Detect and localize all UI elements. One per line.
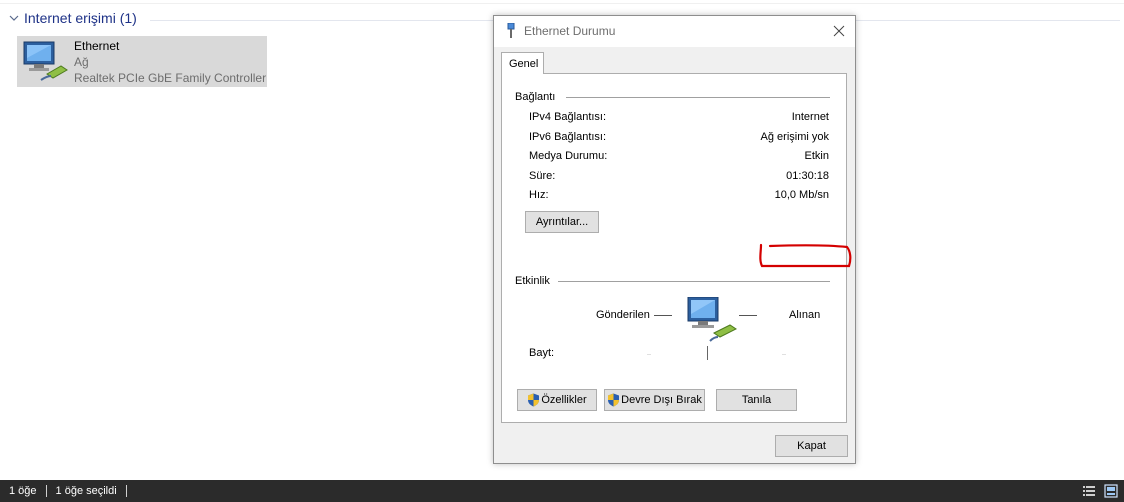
status-selected-count: 1 öğe seçildi (55, 485, 117, 497)
sent-label: Gönderilen (596, 309, 650, 321)
group-header[interactable]: Internet erişimi (1) (8, 10, 137, 26)
general-panel: Bağlantı IPv4 Bağlantısı: Internet IPv6 … (501, 73, 852, 423)
toolbar-edge (0, 0, 1124, 4)
status-bar: 1 öğe 1 öğe seçildi (0, 480, 1124, 502)
duration-value: 01:30:18 (786, 170, 829, 182)
details-button[interactable]: Ayrıntılar... (525, 211, 599, 233)
adapter-item-ethernet[interactable]: Ethernet Ağ Realtek PCIe GbE Family Cont… (17, 36, 267, 87)
tiles-view-icon[interactable] (1104, 484, 1118, 498)
row-ipv4: IPv4 Bağlantısı: Internet (529, 111, 829, 125)
details-button-label: Ayrıntılar... (535, 216, 589, 228)
network-activity-icon (687, 297, 737, 342)
ipv6-value: Ağ erişimi yok (760, 131, 829, 143)
adapter-name: Ethernet (74, 39, 120, 53)
disable-button-label: Devre Dışı Bırak (621, 394, 702, 406)
ipv6-label: IPv6 Bağlantısı: (529, 131, 607, 143)
media-status-label: Medya Durumu: (529, 150, 608, 162)
properties-button-label: Özellikler (541, 394, 587, 406)
diagnose-button[interactable]: Tanıla (716, 389, 797, 411)
speed-value: 10,0 Mb/sn (774, 189, 829, 201)
ipv4-label: IPv4 Bağlantısı: (529, 111, 607, 123)
bytes-divider (707, 346, 708, 360)
close-icon[interactable] (829, 22, 849, 40)
connection-section-title: Bağlantı (515, 91, 556, 103)
connection-divider (566, 97, 830, 98)
chevron-down-icon[interactable] (8, 12, 20, 24)
network-adapter-icon (23, 41, 68, 81)
media-status-value: Etkin (804, 150, 829, 162)
bytes-received-placeholder (782, 354, 786, 355)
row-media-status: Medya Durumu: Etkin (529, 150, 829, 164)
bytes-label: Bayt: (529, 347, 555, 359)
status-separator (125, 485, 127, 497)
close-button-label: Kapat (797, 440, 826, 452)
row-ipv6: IPv6 Bağlantısı: Ağ erişimi yok (529, 131, 829, 145)
group-header-label: Internet erişimi (1) (24, 10, 137, 26)
speed-highlight-annotation (759, 243, 852, 268)
adapter-device: Realtek PCIe GbE Family Controller (74, 71, 267, 85)
row-speed: Hız: 10,0 Mb/sn (529, 189, 829, 203)
diagnose-button-label: Tanıla (741, 394, 772, 406)
speed-label: Hız: (529, 189, 549, 201)
ethernet-title-icon (507, 23, 515, 38)
activity-divider (558, 281, 830, 282)
dialog-title: Ethernet Durumu (524, 24, 616, 38)
close-button[interactable]: Kapat (775, 435, 848, 457)
details-view-icon[interactable] (1082, 484, 1096, 498)
uac-shield-icon (528, 393, 540, 407)
status-item-count: 1 öğe (9, 485, 37, 497)
dialog-titlebar[interactable]: Ethernet Durumu (494, 16, 855, 47)
uac-shield-icon (608, 393, 620, 407)
activity-section-title: Etkinlik (515, 275, 550, 287)
sent-dash (654, 315, 672, 316)
tab-general[interactable]: Genel (501, 52, 544, 74)
disable-button[interactable]: Devre Dışı Bırak (604, 389, 705, 411)
received-label: Alınan (789, 309, 821, 321)
bytes-sent-placeholder (647, 354, 651, 355)
adapter-network: Ağ (74, 55, 89, 69)
row-duration: Süre: 01:30:18 (529, 170, 829, 184)
duration-label: Süre: (529, 170, 556, 182)
ethernet-status-dialog: Ethernet Durumu Genel Bağlantı IPv4 Bağl… (493, 15, 856, 464)
properties-button[interactable]: Özellikler (517, 389, 597, 411)
ipv4-value: Internet (791, 111, 829, 123)
